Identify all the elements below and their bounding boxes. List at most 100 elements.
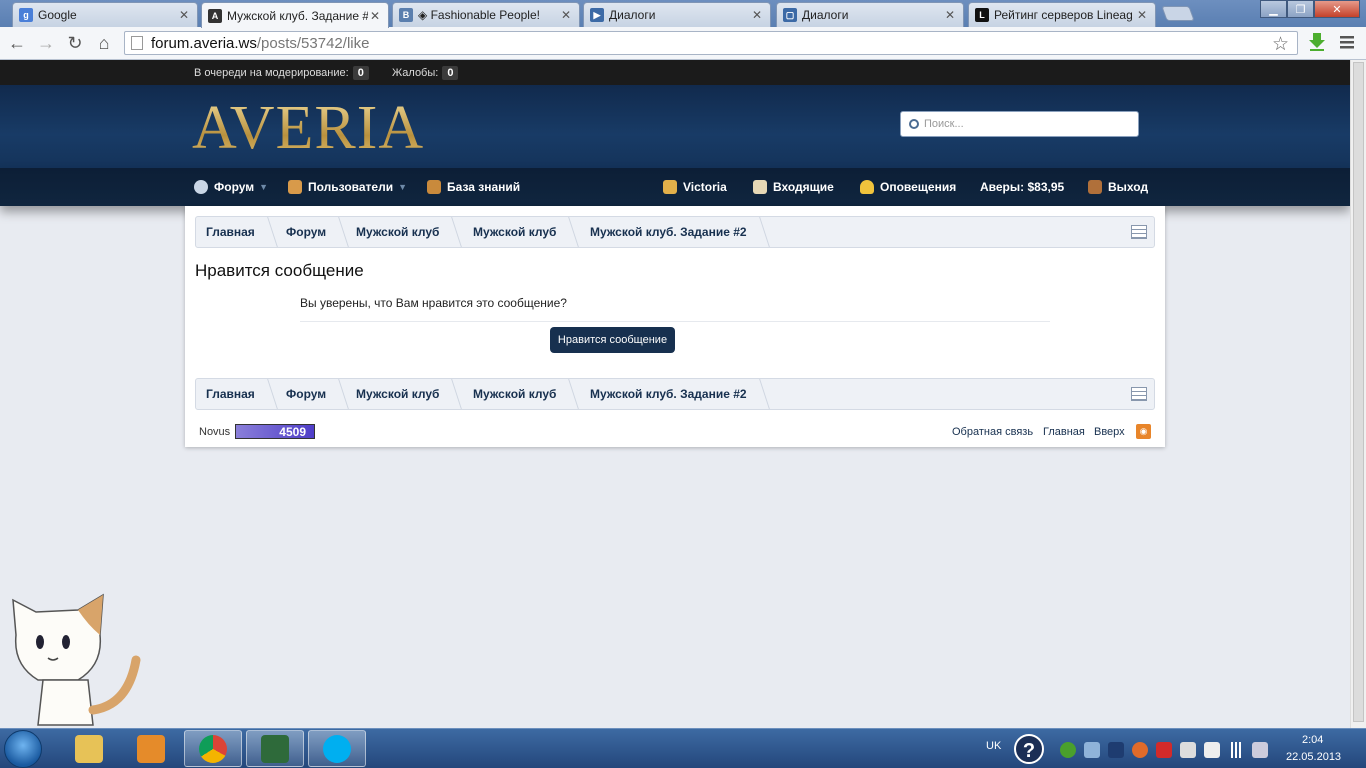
browser-tab-averia[interactable]: A Мужской клуб. Задание # ✕ (201, 2, 389, 28)
chrome-task[interactable] (184, 730, 242, 767)
volume-icon[interactable] (1252, 742, 1268, 758)
close-window-icon[interactable]: ✕ (1314, 0, 1360, 18)
breadcrumb-thread[interactable]: Мужской клуб. Задание #2 (590, 379, 765, 409)
browser-tab-dialogs-2[interactable]: ▢ Диалоги ✕ (776, 2, 964, 27)
envelope-icon (753, 180, 767, 194)
utorrent-icon[interactable] (1060, 742, 1076, 758)
close-tab-icon[interactable]: ✕ (177, 8, 191, 22)
browser-tab-vk-fashionable[interactable]: B ◈ Fashionable People! ✕ (392, 2, 580, 27)
feedback-link[interactable]: Обратная связь (952, 426, 1033, 438)
breadcrumb-home[interactable]: Главная (206, 379, 273, 409)
breadcrumb-thread[interactable]: Мужской клуб. Задание #2 (590, 217, 765, 247)
like-button[interactable]: Нравится сообщение (550, 327, 675, 353)
page-icon (131, 36, 143, 50)
blocked-icon[interactable] (1156, 742, 1172, 758)
averia-favicon-icon: A (208, 8, 222, 23)
breadcrumb-mens-club[interactable]: Мужской клуб (356, 217, 457, 247)
bookmark-star-icon[interactable]: ☆ (1272, 33, 1289, 56)
search-icon (909, 119, 919, 129)
chevron-down-icon: ▼ (259, 182, 269, 192)
home-link[interactable]: Главная (1043, 426, 1085, 438)
scrollbar-thumb[interactable] (1353, 62, 1364, 722)
minimize-icon[interactable]: ▁ (1260, 0, 1287, 18)
skype-task[interactable] (308, 730, 366, 767)
nav-logout[interactable]: Выход (1088, 180, 1148, 194)
breadcrumb-menu-icon[interactable] (1131, 225, 1147, 239)
language-indicator[interactable]: UK (986, 740, 1001, 752)
nav-alerts[interactable]: Оповещения (860, 180, 956, 194)
browser-tab-dialogs-1[interactable]: ▶ Диалоги ✕ (583, 2, 771, 27)
download-arrow-icon[interactable] (1307, 32, 1327, 52)
breadcrumb-mens-club-sub[interactable]: Мужской клуб (473, 379, 574, 409)
device-icon[interactable] (1204, 742, 1220, 758)
user-icon (663, 180, 677, 194)
page-title: Нравится сообщение (195, 261, 364, 280)
nav-user-account[interactable]: Victoria (663, 180, 727, 194)
media-player-task[interactable] (122, 730, 180, 767)
browser-toolbar: ← → ↻ ⌂ forum.averia.ws/posts/53742/like… (0, 27, 1366, 60)
window-controls: ▁ ❐ ✕ (1260, 0, 1360, 18)
visitor-counter[interactable]: 4509 (235, 424, 315, 439)
card-reader-icon[interactable] (1180, 742, 1196, 758)
reload-icon[interactable]: ↻ (65, 34, 85, 52)
moderation-bar: В очереди на модерирование: 0 Жалобы: 0 (0, 60, 1350, 85)
nav-forum[interactable]: Форум ▼ (194, 180, 268, 194)
start-button[interactable] (4, 730, 42, 768)
maximize-icon[interactable]: ❐ (1287, 0, 1314, 18)
nav-inbox[interactable]: Входящие (753, 180, 834, 194)
google-favicon-icon: g (19, 8, 33, 22)
style-chooser-link[interactable]: Novus (199, 426, 230, 438)
close-tab-icon[interactable]: ✕ (368, 9, 382, 23)
bluetooth-icon[interactable] (1108, 742, 1124, 758)
signal-strength-icon[interactable] (1228, 742, 1244, 758)
cat-desktop-icon (12, 593, 141, 726)
breadcrumb-home[interactable]: Главная (206, 217, 273, 247)
clock-time[interactable]: 2:04 (1302, 734, 1323, 746)
new-tab-button[interactable] (1161, 6, 1195, 21)
breadcrumb-forum[interactable]: Форум (286, 217, 344, 247)
breadcrumb-mens-club-sub[interactable]: Мужской клуб (473, 217, 574, 247)
nav-balance[interactable]: Аверы: $83,95 (980, 180, 1064, 194)
back-arrow-icon[interactable]: ← (7, 34, 27, 52)
search-input[interactable]: Поиск... (900, 111, 1139, 137)
close-tab-icon[interactable]: ✕ (559, 8, 573, 22)
breadcrumb-menu-icon[interactable] (1131, 387, 1147, 401)
content-panel: Главная Форум Мужской клуб Мужской клуб … (185, 206, 1165, 447)
clock-date[interactable]: 22.05.2013 (1286, 751, 1341, 763)
browser-tab-lineage-rating[interactable]: L Рейтинг серверов Lineag ✕ (968, 2, 1156, 27)
windows-taskbar: UK ? 2:04 22.05.2013 (0, 728, 1366, 768)
nav-users[interactable]: Пользователи ▼ (288, 180, 407, 194)
breadcrumb-forum[interactable]: Форум (286, 379, 344, 409)
users-icon (288, 180, 302, 194)
close-tab-icon[interactable]: ✕ (1135, 8, 1149, 22)
forward-arrow-icon[interactable]: → (36, 34, 56, 52)
breadcrumb-bottom: Главная Форум Мужской клуб Мужской клуб … (195, 378, 1155, 410)
nav-knowledge-base[interactable]: База знаний (427, 180, 520, 194)
menu-icon[interactable] (1337, 32, 1357, 52)
site-logo[interactable]: AVERIA (192, 93, 424, 164)
moderation-queue-count: 0 (352, 66, 369, 80)
close-tab-icon[interactable]: ✕ (750, 8, 764, 22)
dialogs-favicon-icon: ▢ (783, 8, 797, 22)
top-link[interactable]: Вверх (1094, 426, 1125, 438)
moderation-queue[interactable]: В очереди на модерирование: 0 (194, 66, 369, 80)
home-icon[interactable]: ⌂ (94, 34, 114, 52)
page-scrollbar[interactable] (1350, 60, 1366, 728)
breadcrumb: Главная Форум Мужской клуб Мужской клуб … (195, 216, 1155, 248)
address-bar[interactable]: forum.averia.ws/posts/53742/like ☆ (124, 31, 1298, 55)
chevron-down-icon: ▼ (398, 182, 408, 192)
help-icon[interactable]: ? (1014, 734, 1044, 764)
explorer-task[interactable] (60, 730, 118, 767)
update-icon[interactable] (1132, 742, 1148, 758)
hp-icon (261, 734, 289, 763)
reports-link[interactable]: Жалобы: 0 (392, 66, 459, 80)
signpost-icon (427, 180, 441, 194)
breadcrumb-mens-club[interactable]: Мужской клуб (356, 379, 457, 409)
rss-icon[interactable]: ◉ (1136, 424, 1151, 439)
bell-icon (860, 180, 874, 194)
close-tab-icon[interactable]: ✕ (943, 8, 957, 22)
hp-task[interactable] (246, 730, 304, 767)
browser-tab-google[interactable]: g Google ✕ (12, 2, 198, 27)
network-settings-icon[interactable] (1084, 742, 1100, 758)
confirm-question: Вы уверены, что Вам нравится это сообщен… (300, 296, 567, 310)
